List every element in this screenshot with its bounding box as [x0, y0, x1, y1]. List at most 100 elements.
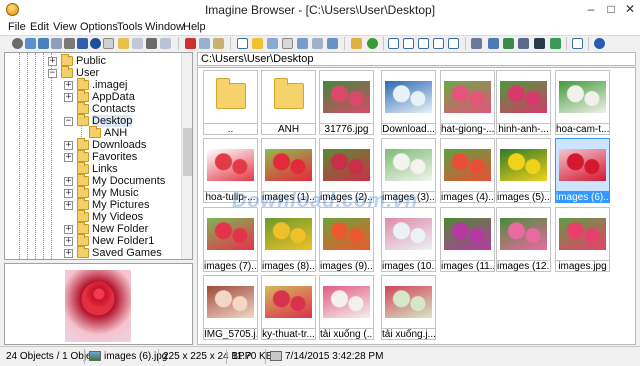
tree-item[interactable]: My Videos [5, 210, 183, 223]
tree-scroll-thumb[interactable] [183, 128, 192, 176]
scan-icon[interactable] [77, 38, 88, 49]
thumbnail-item[interactable]: tải xuống (... [319, 275, 374, 340]
tree-item[interactable]: + New Folder [5, 222, 183, 235]
thumbnail-item[interactable]: tải xuống.j... [381, 275, 436, 340]
thumbnail-item[interactable]: hoa-cam-t... [555, 70, 610, 135]
edit-icon[interactable] [572, 38, 583, 49]
rename-icon[interactable] [160, 38, 171, 49]
properties-icon[interactable] [103, 38, 114, 49]
layout-3-icon[interactable] [418, 38, 429, 49]
collapse-icon[interactable]: − [64, 117, 73, 126]
tree-item[interactable]: + Favorites [5, 150, 183, 163]
tree-scrollbar[interactable] [181, 53, 192, 259]
layout-1-icon[interactable] [388, 38, 399, 49]
thumbnail-item[interactable]: images (8)... [261, 207, 316, 272]
minimize-icon[interactable]: – [583, 2, 599, 16]
refresh-icon[interactable] [367, 38, 378, 49]
delete-icon[interactable] [146, 38, 157, 49]
folder-view-icon[interactable] [252, 38, 263, 49]
thumbnail-item[interactable]: images (9)... [319, 207, 374, 272]
browse-folder-icon[interactable] [351, 38, 362, 49]
thumbnail-item[interactable]: images (6)... [555, 138, 610, 203]
tree-item[interactable]: ANH [5, 126, 183, 139]
thumbnail-item[interactable]: ANH [261, 70, 316, 135]
expand-icon[interactable]: + [64, 93, 73, 102]
paste-icon[interactable] [213, 38, 224, 49]
menu-options[interactable]: Options [80, 20, 118, 35]
thumbnail-item[interactable]: images (1)... [261, 138, 316, 203]
thumbnail-item[interactable]: images (3)... [381, 138, 436, 203]
close-icon[interactable]: ✕ [622, 2, 638, 16]
thumbnail-item[interactable]: hinh-anh-... [496, 70, 551, 135]
eye-icon[interactable] [12, 38, 23, 49]
list-view-icon[interactable] [267, 38, 278, 49]
expand-icon[interactable]: + [64, 189, 73, 198]
menu-help[interactable]: Help [183, 20, 206, 35]
thumbnail-item[interactable]: hat-giong-... [440, 70, 495, 135]
path-bar[interactable]: C:\Users\User\Desktop [197, 52, 636, 66]
thumbnail-item[interactable]: Download... [381, 70, 436, 135]
thumbnail-item[interactable]: images (2)... [319, 138, 374, 203]
capture-icon[interactable] [534, 38, 545, 49]
thumbnail-item[interactable]: 31776.jpg [319, 70, 374, 135]
thumbnail-item[interactable]: images (7)... [203, 207, 258, 272]
thumbnail-item[interactable]: images (10... [381, 207, 436, 272]
thumbnail-item[interactable]: .. [203, 70, 258, 135]
copy-icon[interactable] [199, 38, 210, 49]
thumbnail-item[interactable]: images (5)... [496, 138, 551, 203]
info-icon[interactable] [90, 38, 101, 49]
thumbnail-item[interactable]: ky-thuat-tr... [261, 275, 316, 340]
tree-item[interactable]: + Public [5, 54, 183, 67]
expand-icon[interactable]: + [64, 141, 73, 150]
expand-icon[interactable]: + [64, 153, 73, 162]
compare-icon[interactable] [518, 38, 529, 49]
cut-icon[interactable] [185, 38, 196, 49]
open-icon[interactable] [25, 38, 36, 49]
convert-icon[interactable] [488, 38, 499, 49]
expand-icon[interactable]: + [64, 177, 73, 186]
collapse-icon[interactable]: − [48, 69, 57, 78]
save-as-icon[interactable] [51, 38, 62, 49]
menu-file[interactable]: File [8, 20, 26, 35]
layout-5-icon[interactable] [448, 38, 459, 49]
tree-item[interactable]: + Downloads [5, 138, 183, 151]
tree-item[interactable]: + My Music [5, 186, 183, 199]
tree-item[interactable]: + My Documents [5, 174, 183, 187]
tree-item[interactable]: + Saved Games [5, 246, 183, 259]
save-icon[interactable] [38, 38, 49, 49]
expand-icon[interactable]: + [64, 249, 73, 258]
thumbnail-item[interactable]: images (12... [496, 207, 551, 272]
maximize-icon[interactable]: □ [603, 2, 619, 16]
menu-edit[interactable]: Edit [30, 20, 49, 35]
thumbnail-grid[interactable]: .. ANH 31776.jpg Download... hat-giong-... hi… [197, 67, 636, 345]
view-mode-icon[interactable] [237, 38, 248, 49]
menu-window[interactable]: Window [145, 20, 184, 35]
expand-icon[interactable]: + [48, 57, 57, 66]
thumbnail-item[interactable]: images.jpg [555, 207, 610, 272]
tree-item[interactable]: Contacts [5, 102, 183, 115]
expand-icon[interactable]: + [64, 237, 73, 246]
print-icon[interactable] [64, 38, 75, 49]
new-folder-icon[interactable] [118, 38, 129, 49]
tree-item[interactable]: + .imagej [5, 78, 183, 91]
fullscreen-icon[interactable] [327, 38, 338, 49]
help-icon[interactable] [594, 38, 605, 49]
menu-view[interactable]: View [53, 20, 77, 35]
details-view-icon[interactable] [282, 38, 293, 49]
copy-to-icon[interactable] [132, 38, 143, 49]
menu-tools[interactable]: Tools [117, 20, 143, 35]
thumbnail-item[interactable]: IMG_5705.j... [203, 275, 258, 340]
tree-item[interactable]: − User [5, 66, 183, 79]
layout-4-icon[interactable] [433, 38, 444, 49]
thumbnail-item[interactable]: images (11... [440, 207, 495, 272]
layout-2-icon[interactable] [403, 38, 414, 49]
slideshow-icon[interactable] [312, 38, 323, 49]
thumbs-view-icon[interactable] [297, 38, 308, 49]
tree-item[interactable]: + My Pictures [5, 198, 183, 211]
tree-item[interactable]: Links [5, 162, 183, 175]
wrench-icon[interactable] [471, 38, 482, 49]
tree-item[interactable]: + AppData [5, 90, 183, 103]
expand-icon[interactable]: + [64, 81, 73, 90]
tree-item[interactable]: + New Folder1 [5, 234, 183, 247]
plugins-icon[interactable] [550, 38, 561, 49]
